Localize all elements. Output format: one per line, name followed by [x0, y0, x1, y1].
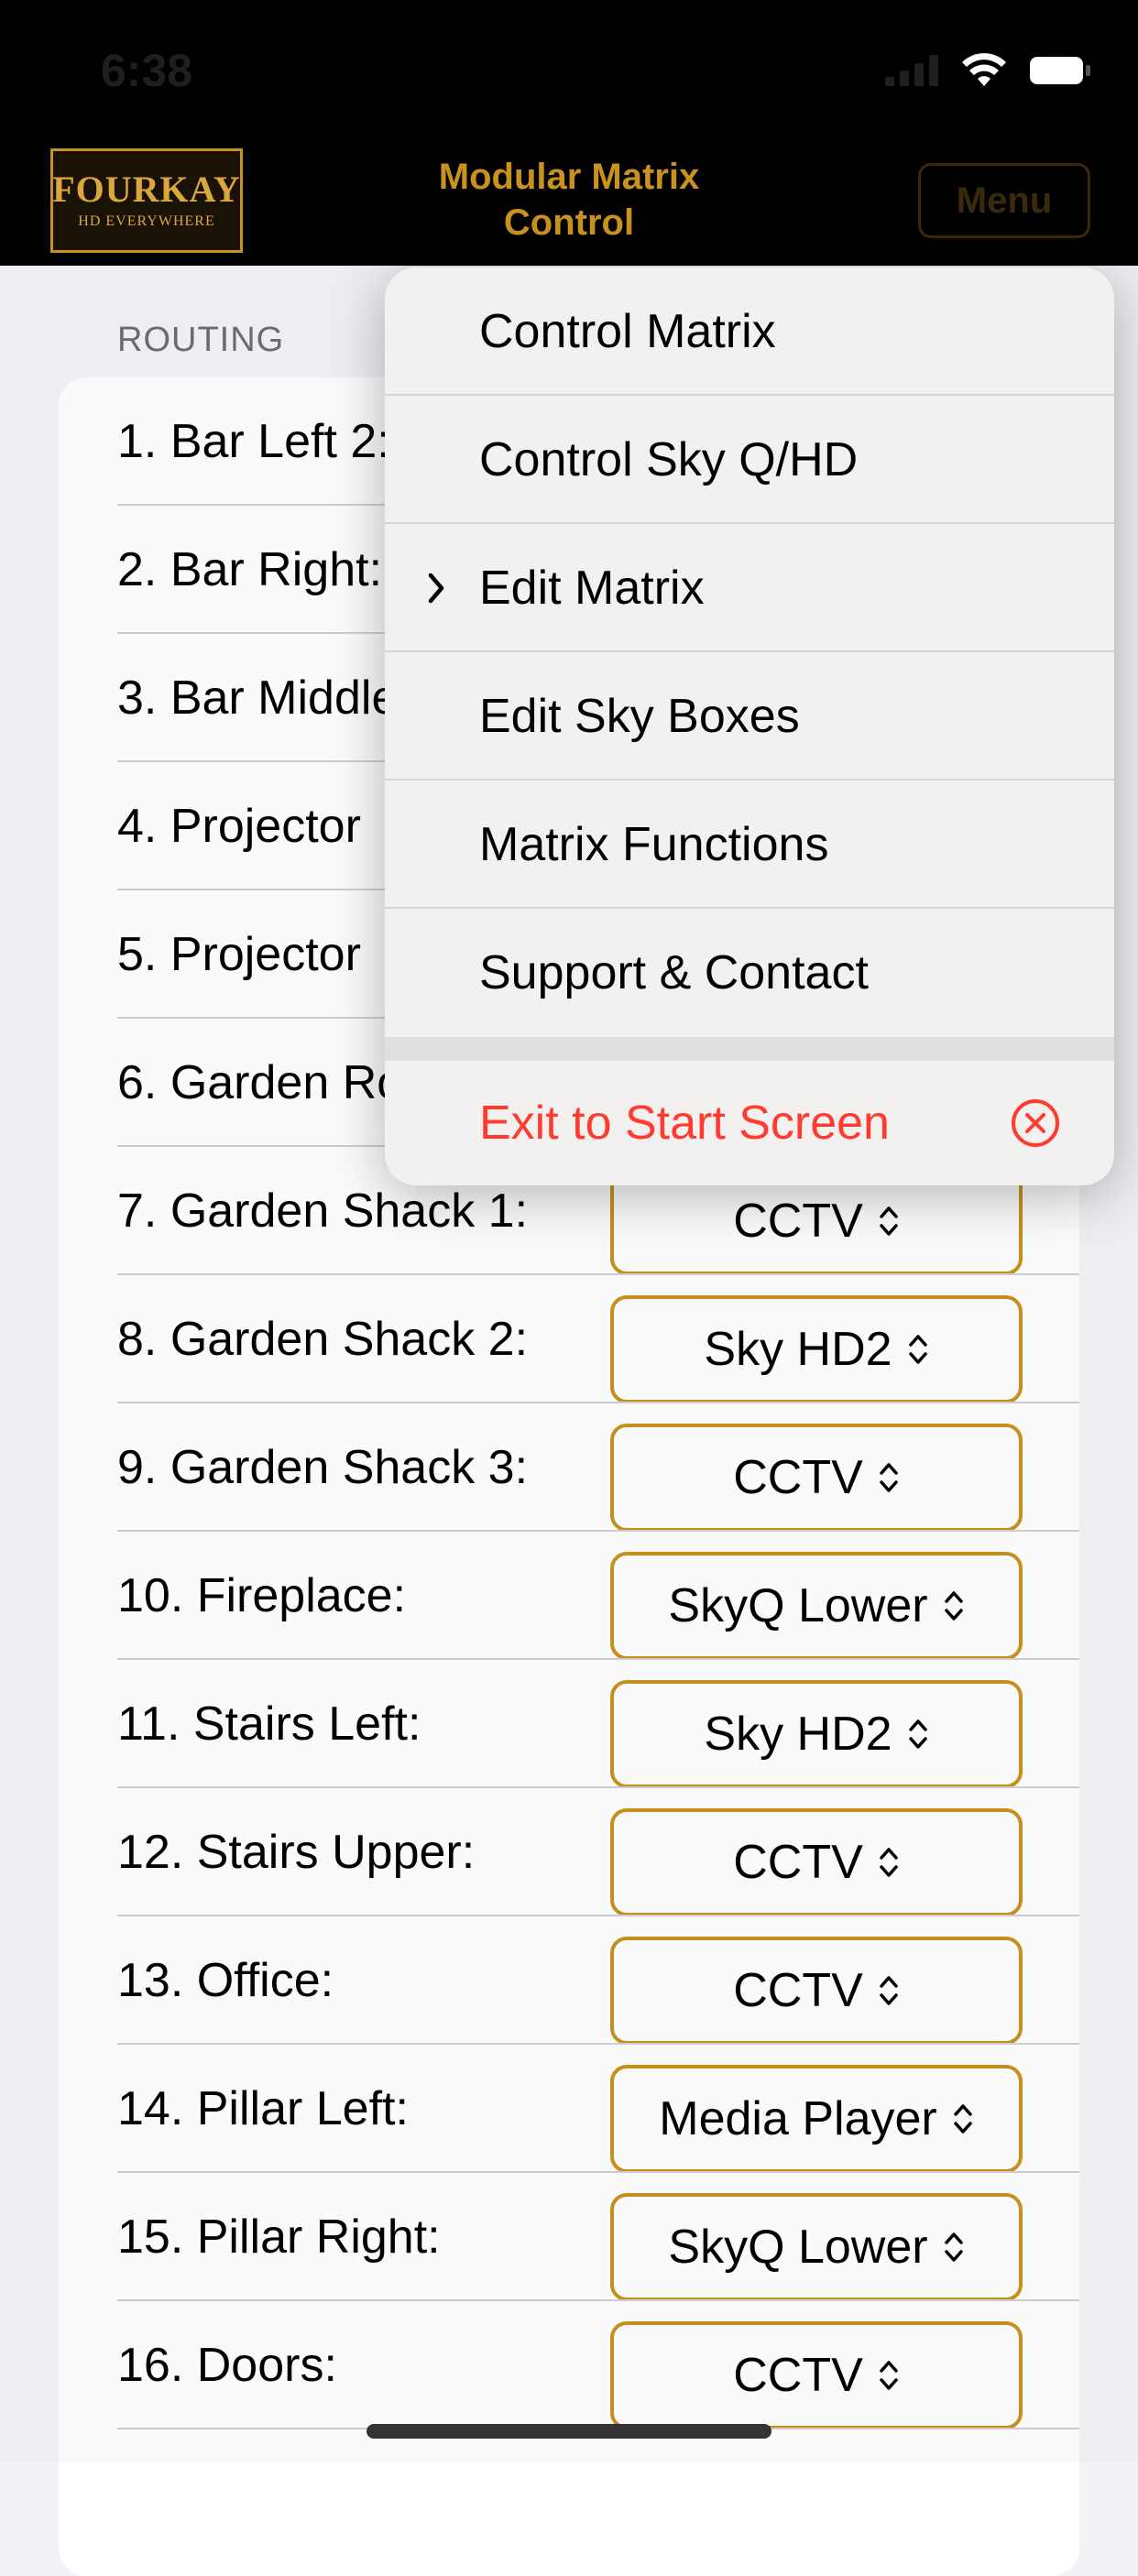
- fourkay-logo: FOURKAY HD EVERYWHERE: [50, 148, 243, 253]
- nav-bar: FOURKAY HD EVERYWHERE Modular Matrix Con…: [0, 137, 1138, 266]
- signal-icon: [885, 55, 938, 86]
- wifi-icon: [962, 53, 1006, 86]
- menu-item-label: Control Sky Q/HD: [479, 433, 859, 486]
- home-indicator: [367, 2424, 771, 2439]
- menu-item[interactable]: Edit Matrix: [385, 524, 1114, 652]
- menu-item-label: Control Matrix: [479, 305, 776, 358]
- status-bar: 6:38: [0, 0, 1138, 137]
- page-title: Modular Matrix Control: [367, 154, 771, 246]
- menu-item-label: Matrix Functions: [479, 818, 829, 871]
- logo-text: FOURKAY: [52, 169, 241, 210]
- menu-item[interactable]: Support & Contact: [385, 909, 1114, 1037]
- menu-item-exit[interactable]: Exit to Start Screen: [385, 1061, 1114, 1185]
- title-line-1: Modular Matrix: [438, 157, 700, 197]
- menu-button[interactable]: Menu: [918, 163, 1090, 238]
- menu-item-label: Support & Contact: [479, 946, 869, 999]
- status-time: 6:38: [101, 45, 193, 96]
- menu-item-exit-label: Exit to Start Screen: [479, 1097, 890, 1150]
- menu-item-label: Edit Matrix: [479, 562, 705, 615]
- dropdown-menu: Control Matrix Control Sky Q/HD Edit Matri…: [385, 267, 1114, 1185]
- chevron-right-icon: [428, 573, 444, 604]
- battery-icon: [1030, 57, 1090, 84]
- title-line-2: Control: [503, 202, 635, 243]
- status-icons: [885, 53, 1092, 88]
- menu-item-label: Edit Sky Boxes: [479, 690, 800, 743]
- menu-item[interactable]: Control Sky Q/HD: [385, 396, 1114, 524]
- logo-tagline: HD EVERYWHERE: [78, 213, 215, 229]
- menu-item[interactable]: Control Matrix: [385, 267, 1114, 396]
- close-circle-icon: [1012, 1099, 1059, 1147]
- menu-separator: [385, 1037, 1114, 1061]
- menu-item[interactable]: Matrix Functions: [385, 780, 1114, 909]
- menu-item[interactable]: Edit Sky Boxes: [385, 652, 1114, 780]
